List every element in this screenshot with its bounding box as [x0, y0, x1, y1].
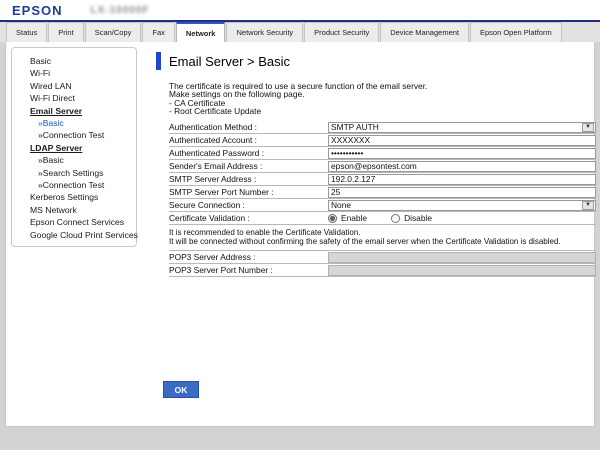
smtp-server-port-input[interactable] [328, 187, 596, 198]
content-card: Basic Wi-Fi Wired LAN Wi-Fi Direct Email… [5, 42, 595, 427]
certificate-validation-radio-group: Enable Disable [328, 213, 432, 223]
tab-scan-copy[interactable]: Scan/Copy [85, 22, 142, 42]
authenticated-password-label: Authenticated Password : [169, 148, 328, 158]
sidebar-item-kerberos-settings[interactable]: Kerberos Settings [12, 191, 136, 203]
main-panel: Email Server > Basic The certificate is … [156, 52, 598, 398]
authentication-method-select[interactable]: SMTP AUTH ▼ [328, 122, 596, 133]
certificate-validation-note: It is recommended to enable the Certific… [169, 225, 596, 251]
tab-fax[interactable]: Fax [142, 22, 175, 42]
secure-connection-value: None [329, 200, 582, 210]
printer-model-label: LX-10000F [91, 5, 150, 16]
tab-status[interactable]: Status [6, 22, 47, 42]
sidebar-item-ldap-search-settings[interactable]: »Search Settings [12, 167, 136, 179]
pop3-server-port-input [328, 265, 596, 276]
sidebar-item-ms-network[interactable]: MS Network [12, 204, 136, 216]
form-row-authenticated-account: Authenticated Account : [169, 134, 596, 147]
pop3-server-port-label: POP3 Server Port Number : [169, 265, 328, 275]
content-background: Basic Wi-Fi Wired LAN Wi-Fi Direct Email… [0, 42, 600, 427]
sidebar-item-ldap-basic[interactable]: »Basic [12, 154, 136, 166]
tab-epson-open-platform[interactable]: Epson Open Platform [470, 22, 562, 42]
epson-logo: EPSON [12, 3, 63, 18]
sidebar-section-email-server[interactable]: Email Server [12, 105, 136, 117]
authentication-method-value: SMTP AUTH [329, 122, 582, 132]
description-line: - Root Certificate Update [169, 107, 598, 115]
title-accent-bar [156, 52, 161, 70]
dropdown-arrow-icon: ▼ [582, 201, 594, 210]
smtp-server-port-label: SMTP Server Port Number : [169, 187, 328, 197]
form-row-pop3-server-port: POP3 Server Port Number : [169, 264, 596, 277]
footer-strip [0, 427, 600, 450]
authenticated-password-input[interactable] [328, 148, 596, 159]
tab-network[interactable]: Network [176, 22, 226, 42]
form-row-smtp-server-address: SMTP Server Address : [169, 173, 596, 186]
sidebar-item-epson-connect-services[interactable]: Epson Connect Services [12, 216, 136, 228]
tab-bar: Status Print Scan/Copy Fax Network Netwo… [0, 22, 600, 42]
sender-email-input[interactable] [328, 161, 596, 172]
sidebar-item-ldap-connection-test[interactable]: »Connection Test [12, 179, 136, 191]
sidebar-menu: Basic Wi-Fi Wired LAN Wi-Fi Direct Email… [11, 47, 137, 247]
header: EPSON LX-10000F [0, 0, 600, 20]
form-row-authentication-method: Authentication Method : SMTP AUTH ▼ [169, 121, 596, 134]
sidebar-item-wifi[interactable]: Wi-Fi [12, 67, 136, 79]
secure-connection-select[interactable]: None ▼ [328, 200, 596, 211]
tab-product-security[interactable]: Product Security [304, 22, 379, 42]
page-title-row: Email Server > Basic [156, 52, 598, 70]
pop3-server-address-input [328, 252, 596, 263]
authenticated-account-input[interactable] [328, 135, 596, 146]
sidebar-item-email-server-basic[interactable]: »Basic [12, 117, 136, 129]
certificate-validation-enable-option[interactable]: Enable [328, 213, 367, 223]
form-row-certificate-validation: Certificate Validation : Enable Disable [169, 212, 596, 225]
dropdown-arrow-icon: ▼ [582, 123, 594, 132]
page: EPSON LX-10000F Status Print Scan/Copy F… [0, 0, 600, 450]
disable-label: Disable [404, 213, 432, 223]
secure-connection-label: Secure Connection : [169, 200, 328, 210]
description: The certificate is required to use a sec… [169, 82, 598, 115]
certificate-validation-enable-radio[interactable] [328, 214, 337, 223]
sidebar-item-basic[interactable]: Basic [12, 55, 136, 67]
sidebar-item-wired-lan[interactable]: Wired LAN [12, 80, 136, 92]
description-line: Make settings on the following page. [169, 90, 598, 98]
ok-button[interactable]: OK [163, 381, 199, 398]
sidebar-item-google-cloud-print-services[interactable]: Google Cloud Print Services [12, 229, 136, 241]
note-line: It will be connected without confirming … [169, 237, 596, 246]
tab-print[interactable]: Print [48, 22, 83, 42]
form-row-authenticated-password: Authenticated Password : [169, 147, 596, 160]
sidebar-item-wifi-direct[interactable]: Wi-Fi Direct [12, 92, 136, 104]
tab-device-management[interactable]: Device Management [380, 22, 469, 42]
smtp-server-address-label: SMTP Server Address : [169, 174, 328, 184]
authentication-method-label: Authentication Method : [169, 122, 328, 132]
tab-network-security[interactable]: Network Security [226, 22, 303, 42]
sidebar-section-ldap-server[interactable]: LDAP Server [12, 142, 136, 154]
page-title: Email Server > Basic [169, 54, 290, 69]
certificate-validation-disable-radio[interactable] [391, 214, 400, 223]
email-server-form: Authentication Method : SMTP AUTH ▼ Auth… [169, 121, 596, 277]
form-row-sender-email: Sender's Email Address : [169, 160, 596, 173]
pop3-server-address-label: POP3 Server Address : [169, 252, 328, 262]
note-line: It is recommended to enable the Certific… [169, 228, 596, 237]
form-row-secure-connection: Secure Connection : None ▼ [169, 199, 596, 212]
certificate-validation-label: Certificate Validation : [169, 213, 328, 223]
authenticated-account-label: Authenticated Account : [169, 135, 328, 145]
certificate-validation-disable-option[interactable]: Disable [391, 213, 432, 223]
sidebar-item-email-server-connection-test[interactable]: »Connection Test [12, 129, 136, 141]
sender-email-label: Sender's Email Address : [169, 161, 328, 171]
form-row-pop3-server-address: POP3 Server Address : [169, 251, 596, 264]
enable-label: Enable [341, 213, 367, 223]
smtp-server-address-input[interactable] [328, 174, 596, 185]
form-row-smtp-server-port: SMTP Server Port Number : [169, 186, 596, 199]
